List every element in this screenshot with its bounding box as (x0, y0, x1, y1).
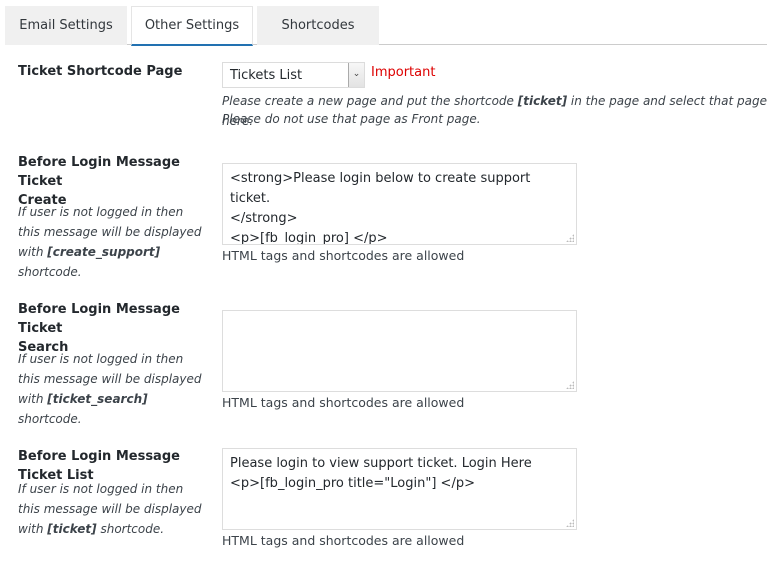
chevron-down-icon[interactable]: ⌄ (348, 63, 364, 87)
label-line: Before Login Message Ticket (18, 302, 180, 336)
tab-email-settings[interactable]: Email Settings (5, 6, 127, 45)
hint-code: [ticket_search] (47, 392, 148, 406)
search-message-hint: If user is not logged in then this messa… (18, 349, 208, 429)
hint-code: [ticket] (47, 522, 97, 536)
hint-text: shortcode. (18, 265, 82, 279)
textarea-value: <strong>Please login below to create sup… (230, 171, 531, 245)
ticket-page-description-line2: Please do not use that page as Front pag… (222, 112, 481, 126)
create-message-hint: If user is not logged in then this messa… (18, 202, 208, 282)
list-message-help: HTML tags and shortcodes are allowed (222, 533, 465, 548)
hint-text: shortcode. (18, 412, 82, 426)
desc-code: [ticket] (517, 94, 568, 108)
list-message-hint: If user is not logged in then this messa… (18, 479, 208, 539)
search-message-help: HTML tags and shortcodes are allowed (222, 395, 465, 410)
create-message-textarea[interactable]: <strong>Please login below to create sup… (222, 163, 577, 245)
hint-code: [create_support] (47, 245, 161, 259)
list-message-textarea[interactable]: Please login to view support ticket. Log… (222, 448, 577, 530)
label-line: Before Login Message Ticket (18, 155, 180, 189)
ticket-shortcode-page-label: Ticket Shortcode Page (18, 64, 183, 79)
tab-shortcodes[interactable]: Shortcodes (257, 6, 379, 45)
search-message-textarea[interactable] (222, 310, 577, 392)
desc-text: Please create a new page and put the sho… (222, 94, 518, 108)
hint-text: shortcode. (96, 522, 165, 536)
resize-handle-icon[interactable] (566, 234, 574, 242)
ticket-shortcode-page-select[interactable]: Tickets List ⌄ (222, 62, 365, 88)
create-message-help: HTML tags and shortcodes are allowed (222, 248, 465, 263)
textarea-value: Please login to view support ticket. Log… (230, 456, 532, 491)
tab-other-settings[interactable]: Other Settings (131, 6, 253, 46)
resize-handle-icon[interactable] (566, 519, 574, 527)
select-value: Tickets List (230, 68, 303, 83)
important-label: Important (371, 65, 436, 80)
resize-handle-icon[interactable] (566, 381, 574, 389)
settings-tabs: Email Settings Other Settings Shortcodes (0, 0, 775, 46)
